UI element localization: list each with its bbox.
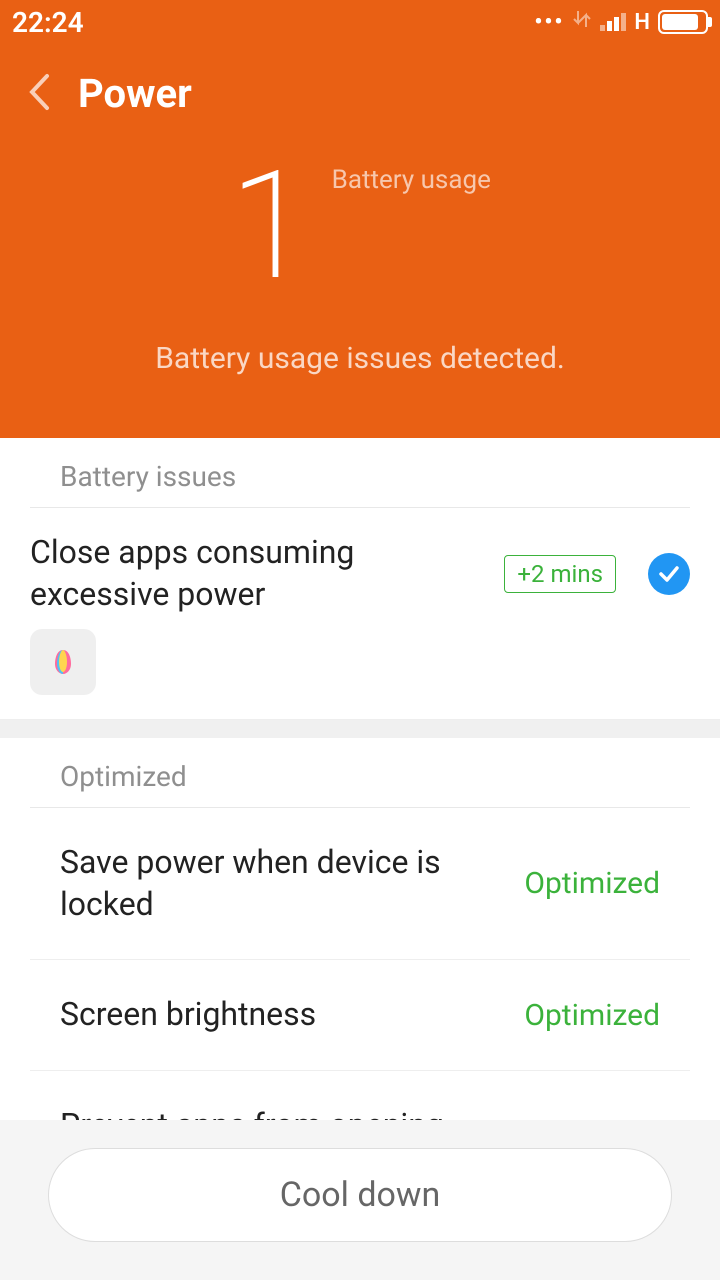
- opt-title: Screen brightness: [60, 994, 524, 1036]
- app-icon[interactable]: [30, 629, 96, 695]
- opt-title: Save power when device is locked: [60, 842, 524, 925]
- hero-message: Battery usage issues detected.: [0, 341, 720, 376]
- signal-icon: [600, 13, 626, 31]
- issue-count-label: Battery usage: [332, 165, 491, 195]
- status-badge: Optimized: [524, 998, 660, 1033]
- section-header-optimized: Optimized: [30, 738, 690, 808]
- nav-bar: Power: [0, 44, 720, 117]
- section-header-issues: Battery issues: [30, 438, 690, 508]
- page-title: Power: [78, 70, 192, 117]
- time-saved-badge: +2 mins: [504, 555, 616, 593]
- list-item[interactable]: Save power when device is locked Optimiz…: [30, 808, 690, 960]
- hero-summary: 1 Battery usage Battery usage issues det…: [0, 151, 720, 376]
- header-section: 22:24 ••• H Power 1 Battery usage Batter…: [0, 0, 720, 438]
- network-type: H: [634, 10, 650, 35]
- status-indicators: ••• H: [534, 9, 708, 35]
- issue-item[interactable]: Close apps consuming excessive power +2 …: [0, 508, 720, 720]
- battery-icon: [658, 10, 708, 34]
- more-icon: •••: [534, 10, 564, 35]
- status-time: 22:24: [12, 6, 84, 39]
- bottom-action-bar: Cool down: [0, 1120, 720, 1280]
- status-badge: Optimized: [524, 866, 660, 901]
- status-bar: 22:24 ••• H: [0, 0, 720, 44]
- battery-issues-section: Battery issues Close apps consuming exce…: [0, 438, 720, 720]
- list-item[interactable]: Screen brightness Optimized: [30, 960, 690, 1071]
- section-separator: [0, 720, 720, 738]
- issue-count: 1: [229, 151, 312, 301]
- check-toggle[interactable]: [648, 553, 690, 595]
- issue-title: Close apps consuming excessive power: [30, 532, 492, 615]
- cool-down-button[interactable]: Cool down: [48, 1148, 672, 1242]
- data-arrows-icon: [572, 9, 592, 35]
- back-icon[interactable]: [28, 73, 50, 115]
